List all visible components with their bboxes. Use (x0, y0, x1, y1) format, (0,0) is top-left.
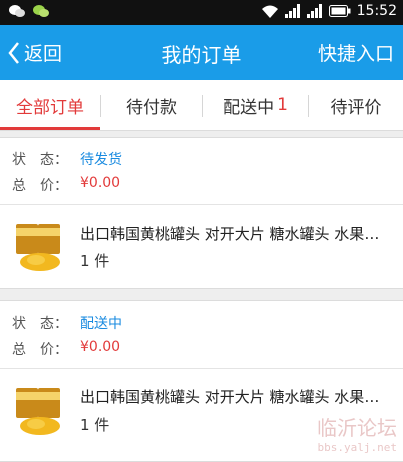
price-label: 总 价： (12, 178, 68, 194)
status-label: 状 态： (12, 152, 68, 168)
battery-icon (328, 5, 351, 17)
product-thumbnail[interactable] (12, 382, 68, 438)
status-bar: 15:52 (0, 0, 403, 25)
wifi-icon (261, 5, 278, 18)
card-divider (0, 204, 403, 205)
app-header: 返回 我的订单 快捷入口 (0, 25, 403, 80)
chat-notification-icon (9, 5, 25, 17)
tab-label: 配送中 (223, 97, 275, 118)
tab-label: 全部订单 (16, 97, 84, 118)
card-divider (0, 368, 403, 369)
product-quantity: 1 件 (80, 416, 110, 434)
tab-label: 待评价 (330, 97, 382, 118)
tab-pending-payment[interactable]: 待付款 (101, 80, 202, 130)
wechat-icon (33, 5, 49, 17)
order-status-row: 状 态： 待发货 (12, 149, 122, 169)
quick-entry-button[interactable]: 快捷入口 (318, 39, 394, 66)
status-label: 状 态： (12, 316, 68, 332)
order-status: 待发货 (80, 152, 122, 168)
watermark-title: 临沂论坛 (317, 416, 397, 440)
signal-icon (284, 4, 300, 18)
order-price: ¥0.00 (80, 339, 121, 355)
tab-all-orders[interactable]: 全部订单 (0, 80, 100, 130)
order-card[interactable]: 状 态： 待发货 总 价： ¥0.00 出口韩国黄桃罐头 对开大片 糖水罐头 水… (0, 137, 403, 289)
watermark-url: bbs.yalj.net (317, 441, 397, 454)
order-tabs: 全部订单 待付款 配送中 1 待评价 (0, 80, 403, 131)
order-status: 配送中 (80, 316, 122, 332)
order-price: ¥0.00 (80, 175, 121, 191)
tab-count-badge: 1 (277, 95, 288, 115)
price-label: 总 价： (12, 342, 68, 358)
order-price-row: 总 价： ¥0.00 (12, 339, 120, 359)
tab-in-delivery[interactable]: 配送中 1 (203, 80, 308, 130)
order-status-row: 状 态： 配送中 (12, 313, 122, 333)
clock: 15:52 (356, 3, 397, 19)
product-name[interactable]: 出口韩国黄桃罐头 对开大片 糖水罐头 水果罐头 (80, 223, 392, 244)
signal-icon-2 (306, 4, 322, 18)
watermark: 临沂论坛 bbs.yalj.net (317, 412, 397, 454)
product-name[interactable]: 出口韩国黄桃罐头 对开大片 糖水罐头 水果罐头 (80, 386, 392, 407)
product-quantity: 1 件 (80, 252, 110, 270)
tab-pending-review[interactable]: 待评价 (309, 80, 403, 130)
product-thumbnail[interactable] (12, 218, 68, 274)
tab-label: 待付款 (126, 97, 177, 118)
order-price-row: 总 价： ¥0.00 (12, 175, 120, 195)
